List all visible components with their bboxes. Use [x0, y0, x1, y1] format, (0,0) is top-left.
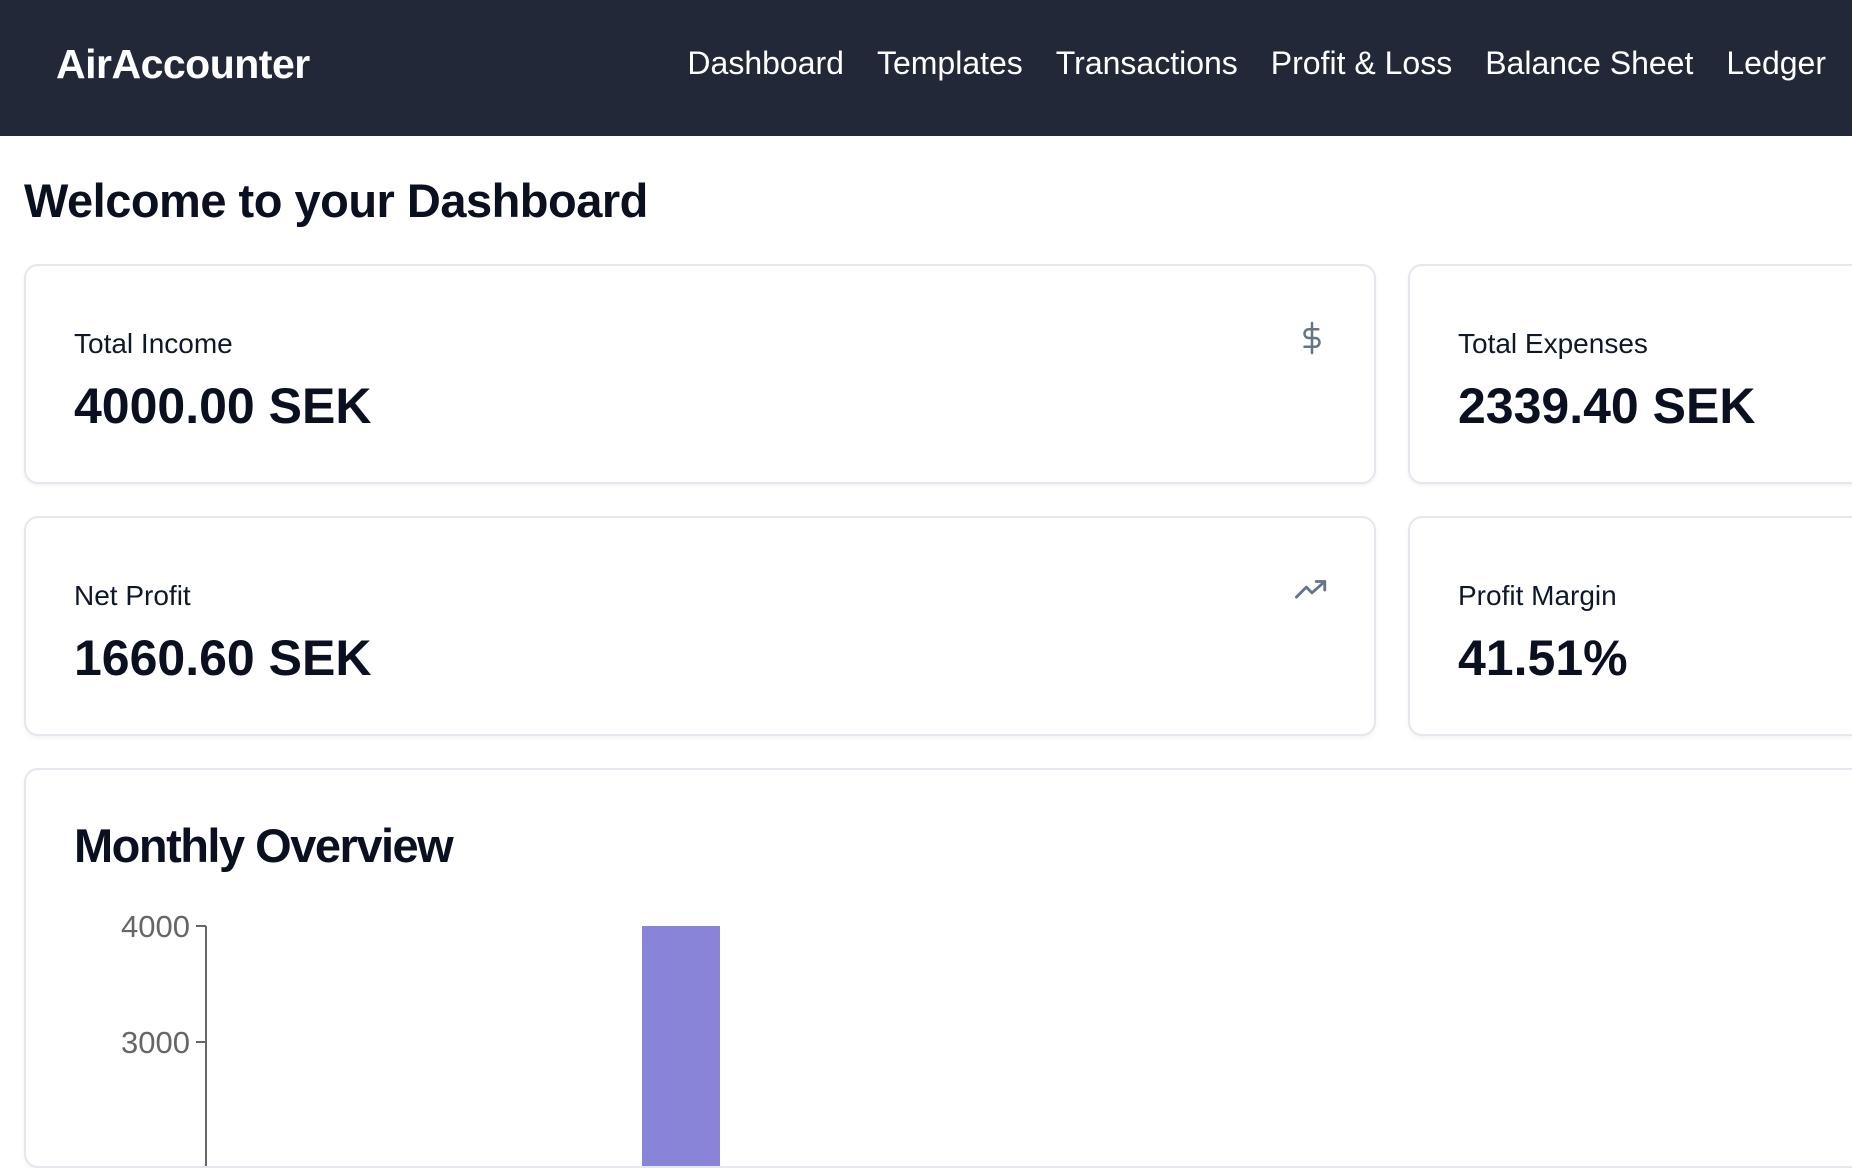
- profit-margin-label: Profit Margin: [1458, 580, 1617, 611]
- nav-item-dashboard[interactable]: Dashboard: [687, 40, 844, 86]
- nav-item-transactions[interactable]: Transactions: [1056, 40, 1238, 86]
- total-expenses-card: Total Expenses 2339.40 SEK: [1408, 264, 1852, 484]
- y-tick-label: 4000: [121, 909, 190, 944]
- total-income-card: Total Income 4000.00 SEK: [24, 264, 1376, 484]
- profit-margin-value: 41.51%: [1458, 630, 1628, 686]
- income-bar[interactable]: [642, 926, 720, 1168]
- total-income-label: Total Income: [74, 328, 233, 359]
- total-expenses-label: Total Expenses: [1458, 328, 1648, 359]
- net-profit-card: Net Profit 1660.60 SEK: [24, 516, 1376, 736]
- dollar-icon: [1294, 318, 1330, 358]
- nav-item-profit-loss[interactable]: Profit & Loss: [1271, 40, 1452, 86]
- y-tick-label: 3000: [121, 1025, 190, 1060]
- page-title: Welcome to your Dashboard: [24, 174, 648, 227]
- net-profit-value: 1660.60 SEK: [74, 630, 372, 686]
- app-brand[interactable]: AirAccounter: [56, 38, 310, 90]
- monthly-overview-card: Monthly Overview 4000 3000: [24, 768, 1852, 1168]
- total-expenses-value: 2339.40 SEK: [1458, 378, 1756, 434]
- monthly-overview-chart: 4000 3000: [121, 909, 720, 1168]
- net-profit-label: Net Profit: [74, 580, 191, 611]
- nav-item-balance-sheet[interactable]: Balance Sheet: [1485, 40, 1693, 86]
- main-nav: Dashboard Templates Transactions Profit …: [687, 40, 1826, 86]
- top-navbar: AirAccounter Dashboard Templates Transac…: [0, 0, 1852, 136]
- trending-up-icon: [1294, 570, 1330, 610]
- profit-margin-card: Profit Margin 41.51%: [1408, 516, 1852, 736]
- nav-item-ledger[interactable]: Ledger: [1726, 40, 1826, 86]
- nav-item-templates[interactable]: Templates: [877, 40, 1023, 86]
- total-income-value: 4000.00 SEK: [74, 378, 372, 434]
